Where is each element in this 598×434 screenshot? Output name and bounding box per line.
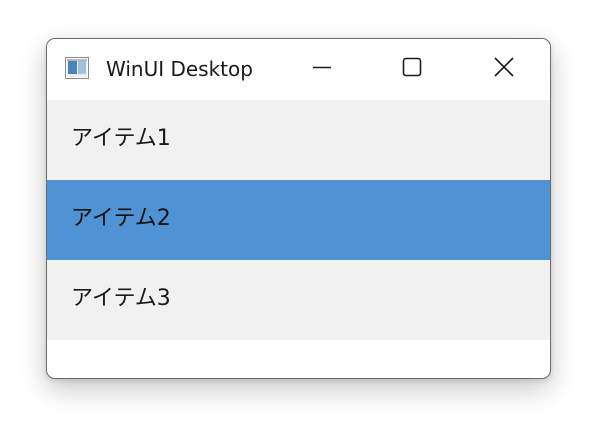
desktop-stage: WinUI Desktop アイテム1 アイテム2 アイテム3 [0, 0, 598, 434]
list-item-1[interactable]: アイテム1 [47, 100, 550, 180]
maximize-button[interactable] [389, 39, 435, 99]
maximize-icon [402, 57, 422, 81]
close-button[interactable] [481, 39, 527, 99]
list-item-label: アイテム3 [71, 286, 171, 311]
list-item-3[interactable]: アイテム3 [47, 260, 550, 340]
minimize-icon [312, 57, 332, 81]
list-item-2[interactable]: アイテム2 [47, 180, 550, 260]
close-icon [494, 57, 514, 81]
list-item-label: アイテム2 [71, 206, 171, 231]
app-window-icon [65, 57, 89, 79]
minimize-button[interactable] [299, 39, 345, 99]
item-list: アイテム1 アイテム2 アイテム3 [47, 100, 550, 340]
window-title: WinUI Desktop [106, 57, 253, 81]
title-bar[interactable]: WinUI Desktop [47, 39, 550, 99]
list-item-label: アイテム1 [71, 126, 171, 151]
app-window: WinUI Desktop アイテム1 アイテム2 アイテム3 [46, 38, 551, 379]
